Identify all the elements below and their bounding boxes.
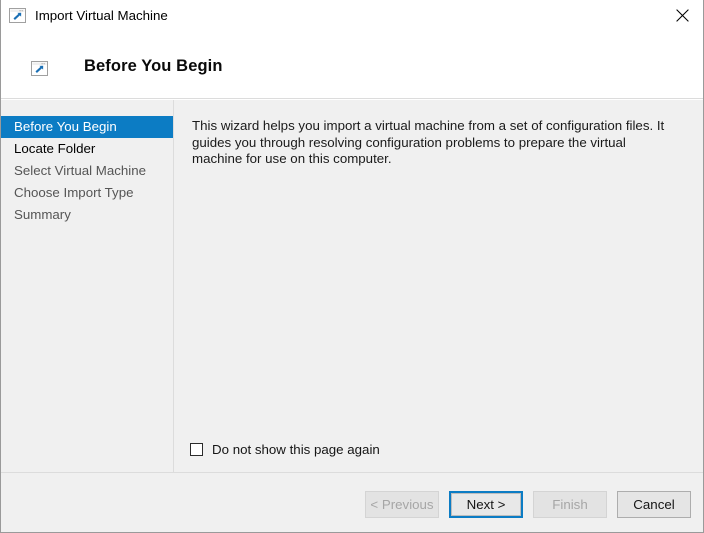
window-title: Import Virtual Machine — [35, 7, 168, 23]
sidebar-item-summary[interactable]: Summary — [1, 204, 173, 226]
previous-button[interactable]: < Previous — [365, 491, 439, 518]
close-button[interactable] — [659, 0, 703, 31]
sidebar-item-select-virtual-machine[interactable]: Select Virtual Machine — [1, 160, 173, 182]
wizard-header: Before You Begin — [1, 31, 703, 99]
do-not-show-again-row[interactable]: Do not show this page again — [190, 442, 380, 457]
do-not-show-again-checkbox[interactable] — [190, 443, 203, 456]
wizard-step-sidebar: Before You Begin Locate Folder Select Vi… — [1, 100, 174, 472]
sidebar-item-choose-import-type[interactable]: Choose Import Type — [1, 182, 173, 204]
sidebar-item-before-you-begin[interactable]: Before You Begin — [1, 116, 173, 138]
title-bar: Import Virtual Machine — [1, 0, 703, 31]
sidebar-item-locate-folder[interactable]: Locate Folder — [1, 138, 173, 160]
close-icon — [675, 9, 689, 22]
page-title: Before You Begin — [84, 57, 223, 75]
dialog-footer: < Previous Next > Finish Cancel — [1, 472, 703, 532]
wizard-step-list: Before You Begin Locate Folder Select Vi… — [1, 100, 173, 226]
dialog-body: Before You Begin Locate Folder Select Vi… — [1, 100, 703, 472]
import-vm-icon — [9, 7, 26, 24]
import-virtual-machine-dialog: Import Virtual Machine Before You Begin — [0, 0, 704, 533]
do-not-show-again-label: Do not show this page again — [212, 442, 380, 457]
cancel-button[interactable]: Cancel — [617, 491, 691, 518]
intro-description: This wizard helps you import a virtual m… — [192, 118, 665, 166]
finish-button[interactable]: Finish — [533, 491, 607, 518]
dialog-button-row: < Previous Next > Finish Cancel — [365, 491, 691, 518]
next-button[interactable]: Next > — [449, 491, 523, 518]
import-vm-icon — [31, 60, 48, 77]
wizard-content-pane: This wizard helps you import a virtual m… — [175, 100, 703, 472]
